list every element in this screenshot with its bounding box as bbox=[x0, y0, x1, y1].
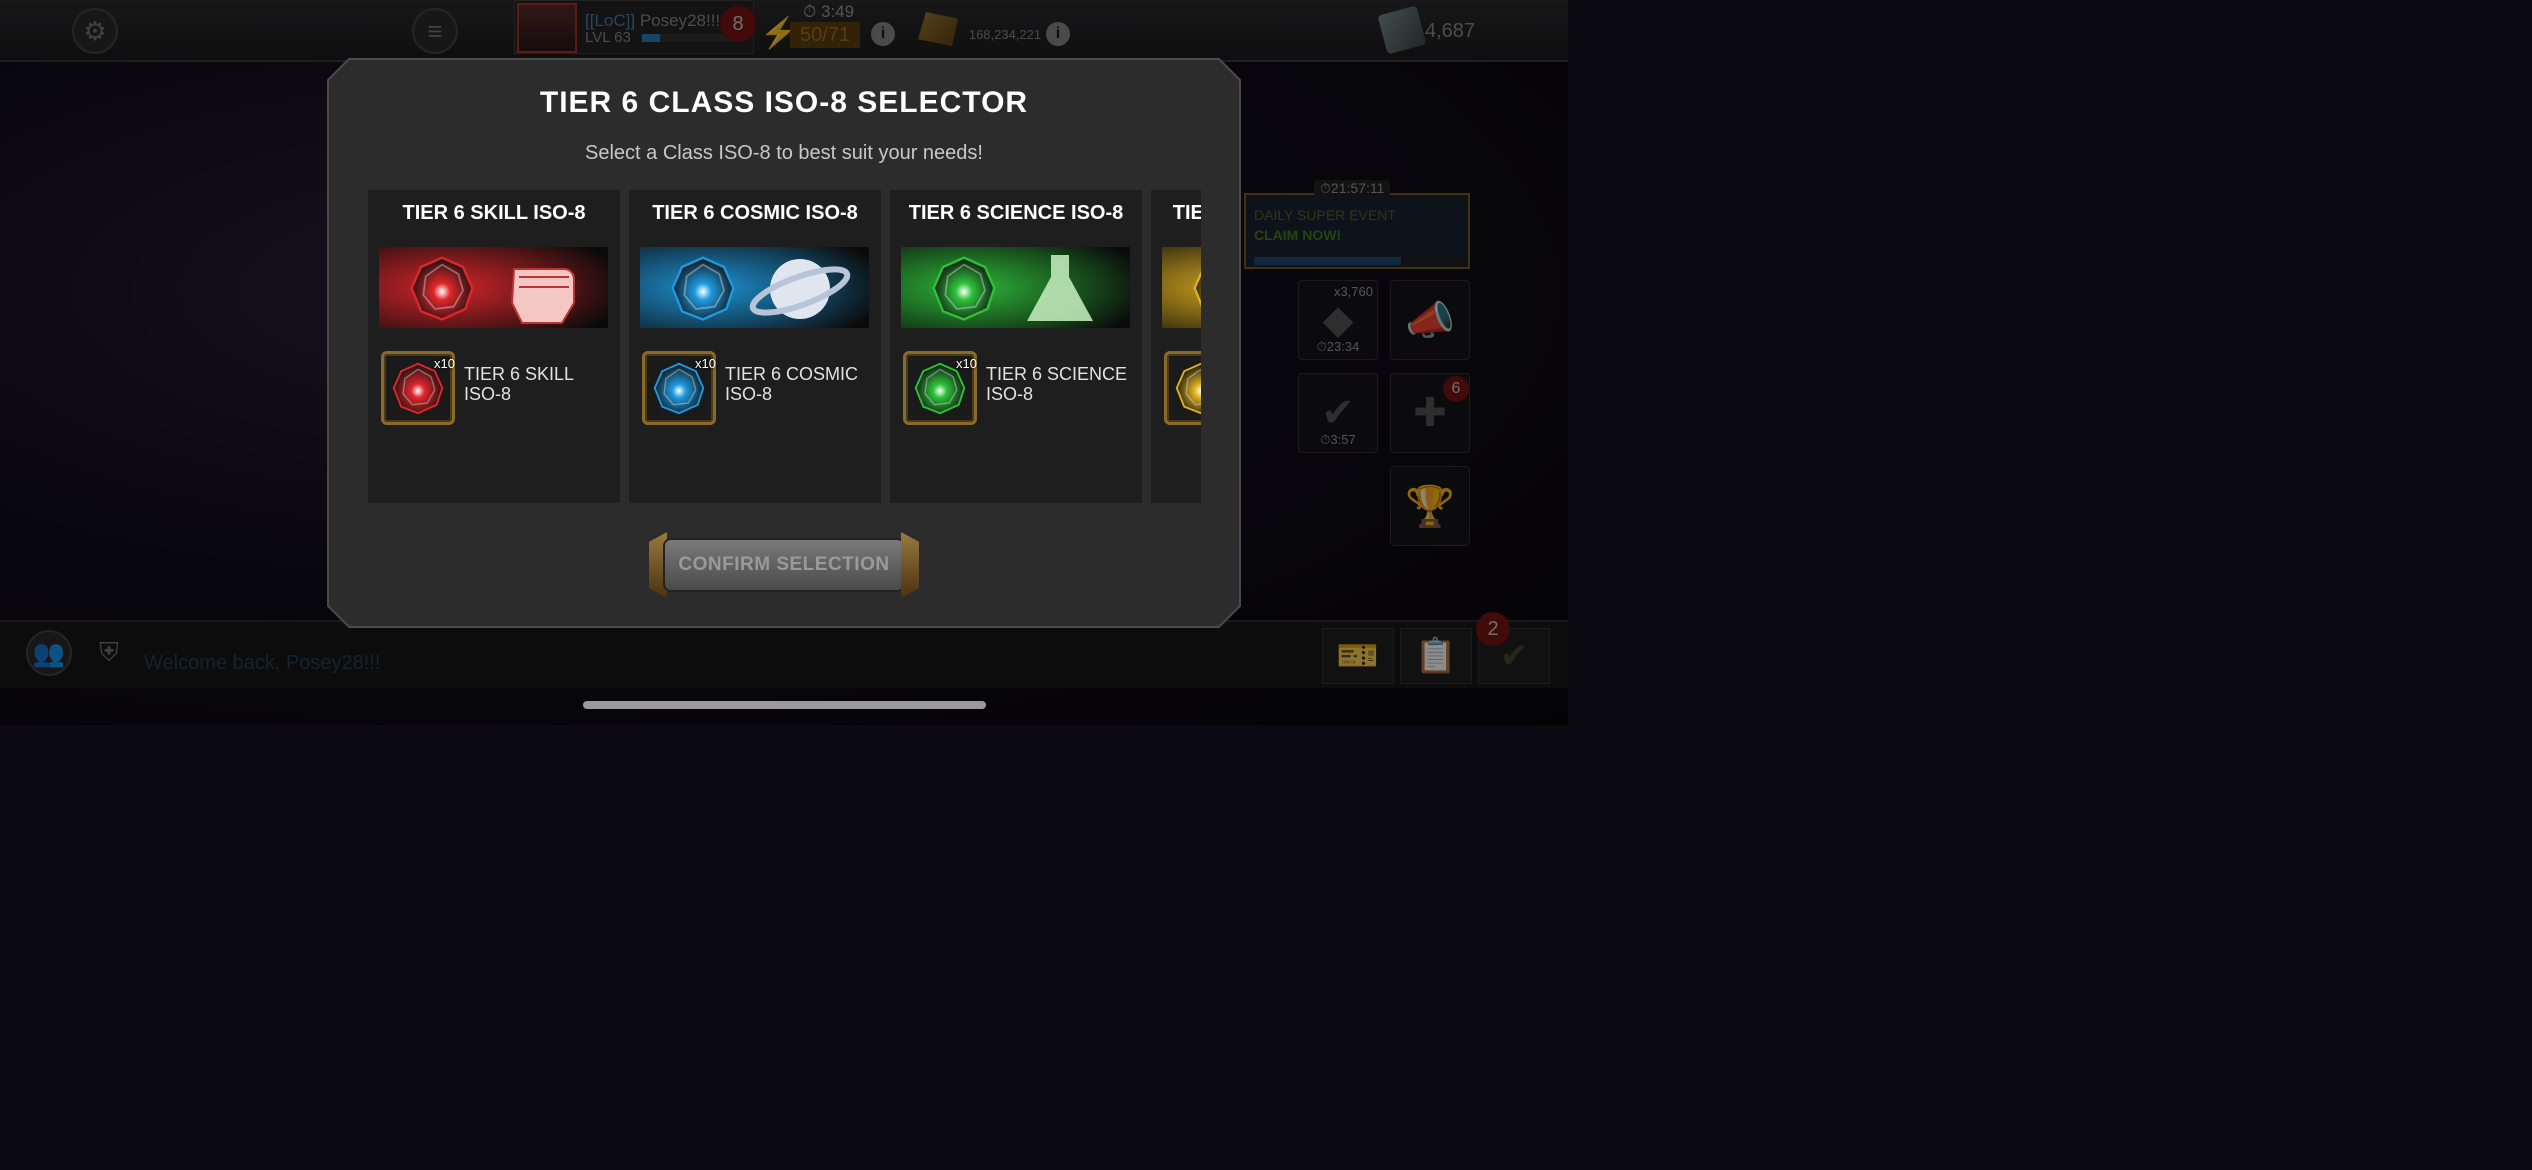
confirm-selection-label: CONFIRM SELECTION bbox=[663, 538, 905, 592]
iso-item-quantity: x10 bbox=[956, 356, 977, 371]
iso-item-quantity: x10 bbox=[695, 356, 716, 371]
planet-icon bbox=[640, 247, 869, 328]
iso-item-label: TIER 6 SKILL ISO-8 bbox=[464, 364, 574, 404]
iso-card[interactable]: TIER 6 SCIENCE ISO-8 x10 TIER 6 SCIENCE … bbox=[890, 190, 1142, 503]
iso-item-label: TIER 6 COSMIC ISO-8 bbox=[725, 364, 859, 404]
iso-item-label: TIER 6 SCIENCE ISO-8 bbox=[986, 364, 1128, 404]
game-screen: { "hud": { "alliance_tag": "[[LoC]]", "p… bbox=[0, 0, 1568, 725]
modal-title: TIER 6 CLASS ISO-8 SELECTOR bbox=[539, 86, 1029, 119]
iso-card[interactable]: TIER 6 COSMIC ISO-8 x10 TIER 6 COSMIC IS… bbox=[629, 190, 881, 503]
fist-icon bbox=[379, 247, 608, 328]
iso-card-title: TIER 6 SCIENCE ISO-8 bbox=[908, 202, 1124, 224]
iso-card-banner bbox=[640, 247, 869, 328]
iso-card-banner bbox=[1162, 247, 1201, 328]
confirm-cap-right bbox=[901, 532, 919, 598]
iso-card-banner bbox=[379, 247, 608, 328]
iso-card[interactable]: TIER 6 SKILL ISO-8 x10 TIER 6 SKILL ISO-… bbox=[368, 190, 620, 503]
iso-item-quantity: x10 bbox=[434, 356, 455, 371]
modal-subtitle: Select a Class ISO-8 to best suit your n… bbox=[585, 142, 983, 164]
flask-icon bbox=[901, 247, 1130, 328]
confirm-selection-button[interactable]: CONFIRM SELECTION bbox=[649, 532, 919, 598]
iso-item-icon[interactable]: x10 bbox=[381, 351, 455, 425]
iso-card-title: TIER 6 COSMIC ISO-8 bbox=[652, 202, 858, 224]
iso-card-banner bbox=[901, 247, 1130, 328]
iso-item-icon[interactable]: x10 bbox=[903, 351, 977, 425]
iso-item-icon[interactable]: x10 bbox=[642, 351, 716, 425]
iso-selector-modal: TIER 6 CLASS ISO-8 SELECTOR Select a Cla… bbox=[327, 58, 1241, 628]
iso-card-carousel[interactable]: TIER 6 SKILL ISO-8 x10 TIER 6 SKILL ISO-… bbox=[368, 190, 1201, 503]
x-icon bbox=[1162, 247, 1201, 328]
home-indicator[interactable] bbox=[583, 701, 986, 709]
iso-item-icon[interactable]: x10 bbox=[1164, 351, 1201, 425]
iso-card-title: TIER 6 SKILL ISO-8 bbox=[402, 202, 586, 224]
iso-card-title: TIER 6 MUTANT ISO-8 bbox=[1172, 202, 1201, 224]
iso-card[interactable]: TIER 6 MUTANT ISO-8 x10 TIER 6 MUTANT IS… bbox=[1151, 190, 1201, 503]
